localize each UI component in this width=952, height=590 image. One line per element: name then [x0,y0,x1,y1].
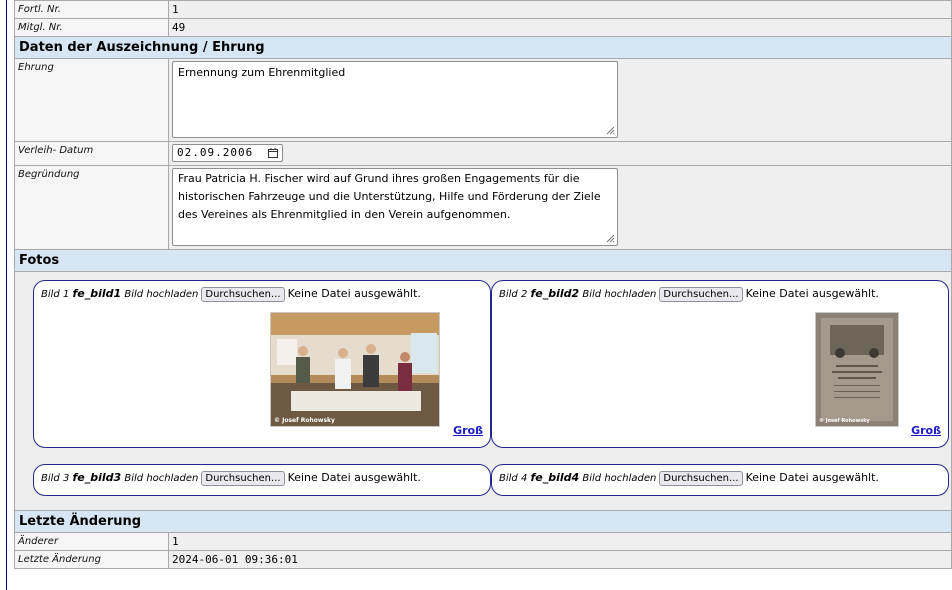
mitgl-nr-label: Mitgl. Nr. [14,18,169,37]
begruendung-textarea[interactable]: Frau Patricia H. Fischer wird auf Grund … [172,168,618,246]
verleih-datum-input[interactable]: 02.09.2006 [172,144,283,162]
section-title-auszeichnung: Daten der Auszeichnung / Ehrung [14,36,952,59]
page-left-border [6,0,7,590]
photo-3-browse-button[interactable]: Durchsuchen... [201,471,285,486]
photo-2-file-status: Keine Datei ausgewählt. [745,287,879,300]
photo-3-header: Bild 3 fe_bild3 Bild hochladen Durchsuche… [41,471,421,486]
verleih-datum-value: 02.09.2006 [177,146,254,159]
fortl-nr-value: 1 [168,0,952,19]
row-section-aenderung: Letzte Änderung [14,510,952,533]
ehrung-label: Ehrung [14,58,169,142]
verleih-datum-cell: 02.09.2006 [168,141,952,166]
row-letzte-aenderung: Letzte Änderung 2024-06-01 09:36:01 [14,550,952,569]
photo-box-1: Bild 1 fe_bild1 Bild hochladen Durchsuche… [33,280,491,448]
letzte-aenderung-label: Letzte Änderung [14,550,169,569]
photo-1-field: fe_bild1 [72,287,122,300]
photo-3-field: fe_bild3 [72,471,122,484]
row-fortl-nr: Fortl. Nr. 1 [14,0,952,19]
photo-1-browse-button[interactable]: Durchsuchen... [201,287,285,302]
photo-2-browse-button[interactable]: Durchsuchen... [659,287,743,302]
section-title-aenderung: Letzte Änderung [14,510,952,533]
aenderer-label: Änderer [14,532,169,551]
photo-2-thumbnail[interactable]: © Josef Rohowsky [815,312,899,427]
photo-1-prefix: Bild 1 [41,289,70,300]
photo-4-prefix: Bild 4 [499,473,528,484]
photo-4-browse-button[interactable]: Durchsuchen... [659,471,743,486]
row-fotos: Bild 1 fe_bild1 Bild hochladen Durchsuche… [14,271,952,511]
row-section-auszeichnung: Daten der Auszeichnung / Ehrung [14,36,952,59]
row-section-fotos: Fotos [14,249,952,272]
photo-1-upload-label: Bild hochladen [124,289,199,300]
row-mitgl-nr: Mitgl. Nr. 49 [14,18,952,37]
aenderer-value: 1 [168,532,952,551]
ehrung-cell: Ernennung zum Ehrenmitglied [168,58,952,142]
ehrung-text: Ernennung zum Ehrenmitglied [178,66,346,79]
photo-1-image [271,313,439,426]
row-ehrung: Ehrung Ernennung zum Ehrenmitglied [14,58,952,142]
photo-2-header: Bild 2 fe_bild2 Bild hochladen Durchsuche… [499,287,879,302]
begruendung-cell: Frau Patricia H. Fischer wird auf Grund … [168,165,952,250]
photo-1-file-status: Keine Datei ausgewählt. [287,287,421,300]
photo-1-credit: © Josef Rohowsky [274,417,335,424]
photo-2-gross-link[interactable]: Groß [911,424,941,437]
photo-4-upload-label: Bild hochladen [582,473,657,484]
photo-3-upload-label: Bild hochladen [124,473,199,484]
verleih-datum-label: Verleih- Datum [14,141,169,166]
photo-4-header: Bild 4 fe_bild4 Bild hochladen Durchsuche… [499,471,879,486]
row-verleih-datum: Verleih- Datum 02.09.2006 [14,141,952,166]
photo-box-2: Bild 2 fe_bild2 Bild hochladen Durchsuche… [491,280,949,448]
letzte-aenderung-value: 2024-06-01 09:36:01 [168,550,952,569]
photo-2-credit: © Josef Rohowsky [819,418,870,424]
photo-2-field: fe_bild2 [530,287,580,300]
calendar-icon[interactable] [268,148,278,158]
photo-1-thumbnail[interactable]: © Josef Rohowsky [270,312,440,427]
begruendung-label: Begründung [14,165,169,250]
photos-grid: Bild 1 fe_bild1 Bild hochladen Durchsuche… [33,280,951,504]
row-begruendung: Begründung Frau Patricia H. Fischer wird… [14,165,952,250]
photo-box-4: Bild 4 fe_bild4 Bild hochladen Durchsuche… [491,464,949,496]
photo-3-file-status: Keine Datei ausgewählt. [287,471,421,484]
resize-grip-icon[interactable] [605,125,615,135]
resize-grip-icon[interactable] [605,233,615,243]
begruendung-text: Frau Patricia H. Fischer wird auf Grund … [178,172,601,221]
row-aenderer: Änderer 1 [14,532,952,551]
photo-4-file-status: Keine Datei ausgewählt. [745,471,879,484]
photos-cell: Bild 1 fe_bild1 Bild hochladen Durchsuche… [14,271,952,511]
photo-box-3: Bild 3 fe_bild3 Bild hochladen Durchsuche… [33,464,491,496]
section-title-fotos: Fotos [14,249,952,272]
photo-2-image [816,313,898,426]
mitgl-nr-value: 49 [168,18,952,37]
ehrung-textarea[interactable]: Ernennung zum Ehrenmitglied [172,61,618,138]
record-form: Fortl. Nr. 1 Mitgl. Nr. 49 Daten der Aus… [14,0,952,569]
fortl-nr-label: Fortl. Nr. [14,0,169,19]
photo-2-prefix: Bild 2 [499,289,528,300]
photo-4-field: fe_bild4 [530,471,580,484]
photo-3-prefix: Bild 3 [41,473,70,484]
photo-1-header: Bild 1 fe_bild1 Bild hochladen Durchsuche… [41,287,421,302]
form-table: Fortl. Nr. 1 Mitgl. Nr. 49 Daten der Aus… [14,0,952,569]
photo-2-upload-label: Bild hochladen [582,289,657,300]
photo-1-gross-link[interactable]: Groß [453,424,483,437]
